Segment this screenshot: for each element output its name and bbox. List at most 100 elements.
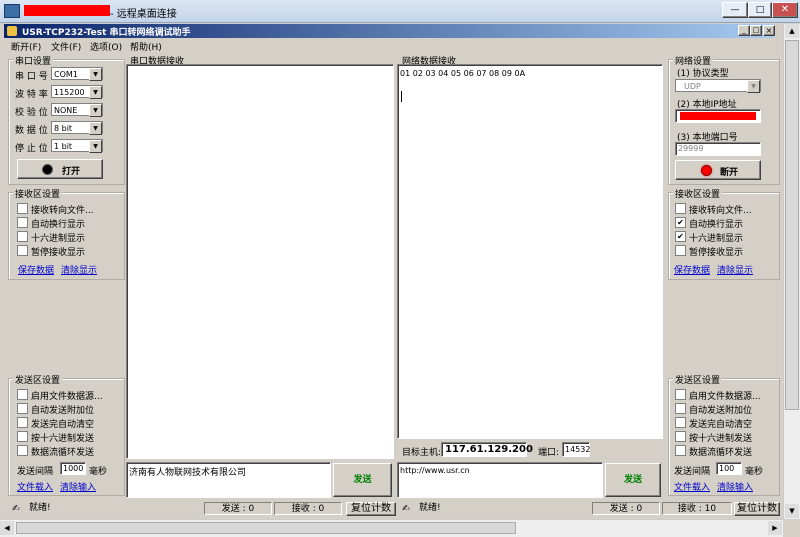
- right-tx-opt-2-label: 发送完自动清空: [689, 420, 753, 430]
- right-rx-opt-0-checkbox[interactable]: [675, 203, 686, 214]
- status-send-count-right: 发送 : 0: [592, 502, 660, 515]
- app-icon: [7, 26, 17, 36]
- right-tx-opt-3-label: 按十六进制发送: [689, 434, 753, 444]
- net-send-button[interactable]: 发送: [605, 463, 661, 497]
- left-tx-opt-1-label: 自动发送附加位: [31, 406, 95, 416]
- left-rx-opt-2-checkbox[interactable]: [17, 231, 28, 242]
- left-interval-unit: 毫秒: [89, 467, 108, 477]
- serial-settings-legend: 串口设置: [13, 54, 54, 67]
- target-port-label: 端口:: [538, 448, 560, 458]
- serial-send-button[interactable]: 发送: [333, 463, 392, 497]
- outer-scrollbar-h[interactable]: ◀ ▶: [0, 519, 783, 537]
- right-tx-opt-4-label: 数据流循环发送: [689, 448, 753, 458]
- left-load-file-link[interactable]: 文件载入: [17, 480, 53, 493]
- outer-minimize-button[interactable]: —: [722, 2, 748, 18]
- status-ready-left: 就绪!: [29, 503, 51, 513]
- disconnect-button[interactable]: 断开: [675, 160, 761, 180]
- app-maximize-button[interactable]: □: [750, 25, 762, 36]
- app-minimize-button[interactable]: _: [738, 25, 750, 36]
- right-rx-opt-0-label: 接收转向文件...: [689, 206, 752, 216]
- outer-scroll-thumb[interactable]: [785, 40, 799, 410]
- baud-select[interactable]: 115200 ▼: [51, 85, 103, 99]
- left-tx-opt-1-checkbox[interactable]: [17, 403, 28, 414]
- right-rx-opt-1-checkbox[interactable]: ✔: [675, 217, 686, 228]
- status-recv-count-right: 接收 : 10: [662, 502, 732, 515]
- app-close-button[interactable]: ×: [763, 25, 775, 36]
- status-recv-count-left: 接收 : 0: [274, 502, 342, 515]
- serial-settings-group: 串口设置 串 口 号 COM1 ▼ 波 特 率 115200 ▼ 校 验 位 NON…: [8, 54, 125, 185]
- right-tx-opt-3-checkbox[interactable]: [675, 431, 686, 442]
- proto-label: (1) 协议类型: [677, 69, 729, 79]
- right-rx-opt-3-checkbox[interactable]: [675, 245, 686, 256]
- right-tx-opt-1-checkbox[interactable]: [675, 403, 686, 414]
- serial-tx-input[interactable]: 济南有人物联网技术有限公司: [126, 462, 331, 498]
- target-host-input[interactable]: 117.61.129.200: [441, 442, 533, 457]
- parity-label: 校 验 位: [15, 108, 48, 118]
- left-rx-opt-3-checkbox[interactable]: [17, 245, 28, 256]
- net-tx-input[interactable]: http://www.usr.cn: [397, 462, 603, 498]
- left-tx-legend: 发送区设置: [13, 373, 63, 386]
- right-save-data-link[interactable]: 保存数据: [674, 263, 710, 276]
- left-rx-opt-3-label: 暂停接收显示: [31, 248, 86, 258]
- connected-led-icon: [701, 165, 712, 176]
- left-interval-label: 发送间隔: [17, 467, 54, 477]
- right-load-file-link[interactable]: 文件载入: [674, 480, 710, 493]
- databits-select[interactable]: 8 bit ▼: [51, 121, 103, 135]
- right-interval-input[interactable]: 100: [716, 462, 742, 475]
- right-tx-opt-0-checkbox[interactable]: [675, 389, 686, 400]
- baud-label: 波 特 率: [15, 90, 48, 100]
- local-ip-input[interactable]: [675, 109, 761, 123]
- right-tx-opt-0-label: 启用文件数据源...: [689, 392, 761, 402]
- left-rx-settings-group: 接收区设置 接收转向文件... 自动换行显示 十六进制显示 暂停接收显示 保存数…: [8, 187, 125, 280]
- outer-close-button[interactable]: ✕: [772, 2, 798, 18]
- open-port-button[interactable]: 打开: [17, 159, 103, 179]
- left-clear-input-link[interactable]: 清除输入: [60, 480, 96, 493]
- reset-count-right-button[interactable]: 复位计数: [734, 502, 780, 516]
- reset-count-left-button[interactable]: 复位计数: [346, 502, 396, 516]
- left-rx-opt-1-checkbox[interactable]: [17, 217, 28, 228]
- left-tx-opt-0-label: 启用文件数据源...: [31, 392, 103, 402]
- menu-options[interactable]: 选项(O): [90, 40, 122, 53]
- right-clear-display-link[interactable]: 清除显示: [717, 263, 753, 276]
- right-rx-opt-2-label: 十六进制显示: [689, 234, 744, 244]
- menu-file[interactable]: 文件(F): [51, 40, 81, 53]
- redacted-host: [24, 5, 110, 16]
- menu-disconnect[interactable]: 断开(F): [11, 40, 41, 53]
- port-select[interactable]: COM1 ▼: [51, 67, 103, 81]
- left-tx-opt-3-checkbox[interactable]: [17, 431, 28, 442]
- serial-rx-area[interactable]: [126, 64, 394, 459]
- right-interval-unit: 毫秒: [745, 467, 764, 477]
- left-save-data-link[interactable]: 保存数据: [18, 263, 54, 276]
- right-tx-legend: 发送区设置: [673, 373, 723, 386]
- hand-icon-left: ✍: [12, 504, 20, 514]
- right-rx-opt-2-checkbox[interactable]: ✔: [675, 231, 686, 242]
- left-rx-opt-0-checkbox[interactable]: [17, 203, 28, 214]
- outer-titlebar: - 远程桌面连接 — □ ✕: [0, 0, 800, 23]
- parity-select[interactable]: NONE ▼: [51, 103, 103, 117]
- right-interval-label: 发送间隔: [674, 467, 711, 477]
- right-clear-input-link[interactable]: 清除输入: [717, 480, 753, 493]
- left-tx-opt-2-checkbox[interactable]: [17, 417, 28, 428]
- rdp-icon: [4, 4, 20, 18]
- left-rx-legend: 接收区设置: [13, 187, 63, 200]
- right-tx-opt-1-label: 自动发送附加位: [689, 406, 753, 416]
- left-tx-opt-0-checkbox[interactable]: [17, 389, 28, 400]
- stopbits-select[interactable]: 1 bit ▼: [51, 139, 103, 153]
- target-port-input[interactable]: 14532: [562, 442, 590, 457]
- left-interval-input[interactable]: 1000: [60, 462, 86, 475]
- stopbits-label: 停 止 位: [15, 144, 48, 154]
- proto-select[interactable]: UDP ▼: [675, 79, 761, 93]
- right-tx-opt-2-checkbox[interactable]: [675, 417, 686, 428]
- menu-help[interactable]: 帮助(H): [130, 40, 162, 53]
- right-tx-opt-4-checkbox[interactable]: [675, 445, 686, 456]
- net-settings-group: 网络设置 (1) 协议类型 UDP ▼ (2) 本地IP地址 (3) 本地端口号 …: [668, 54, 780, 185]
- outer-scrollbar-v[interactable]: ▲ ▼: [783, 24, 800, 519]
- app-title: USR-TCP232-Test 串口转网络调试助手: [22, 28, 191, 38]
- left-tx-opt-4-checkbox[interactable]: [17, 445, 28, 456]
- net-rx-area[interactable]: 01 02 03 04 05 06 07 08 09 0A: [397, 64, 663, 439]
- outer-hscroll-thumb[interactable]: [16, 522, 516, 534]
- local-port-input[interactable]: 29999: [675, 142, 761, 156]
- outer-maximize-button[interactable]: □: [748, 2, 772, 18]
- right-rx-opt-3-label: 暂停接收显示: [689, 248, 744, 258]
- left-clear-display-link[interactable]: 清除显示: [61, 263, 97, 276]
